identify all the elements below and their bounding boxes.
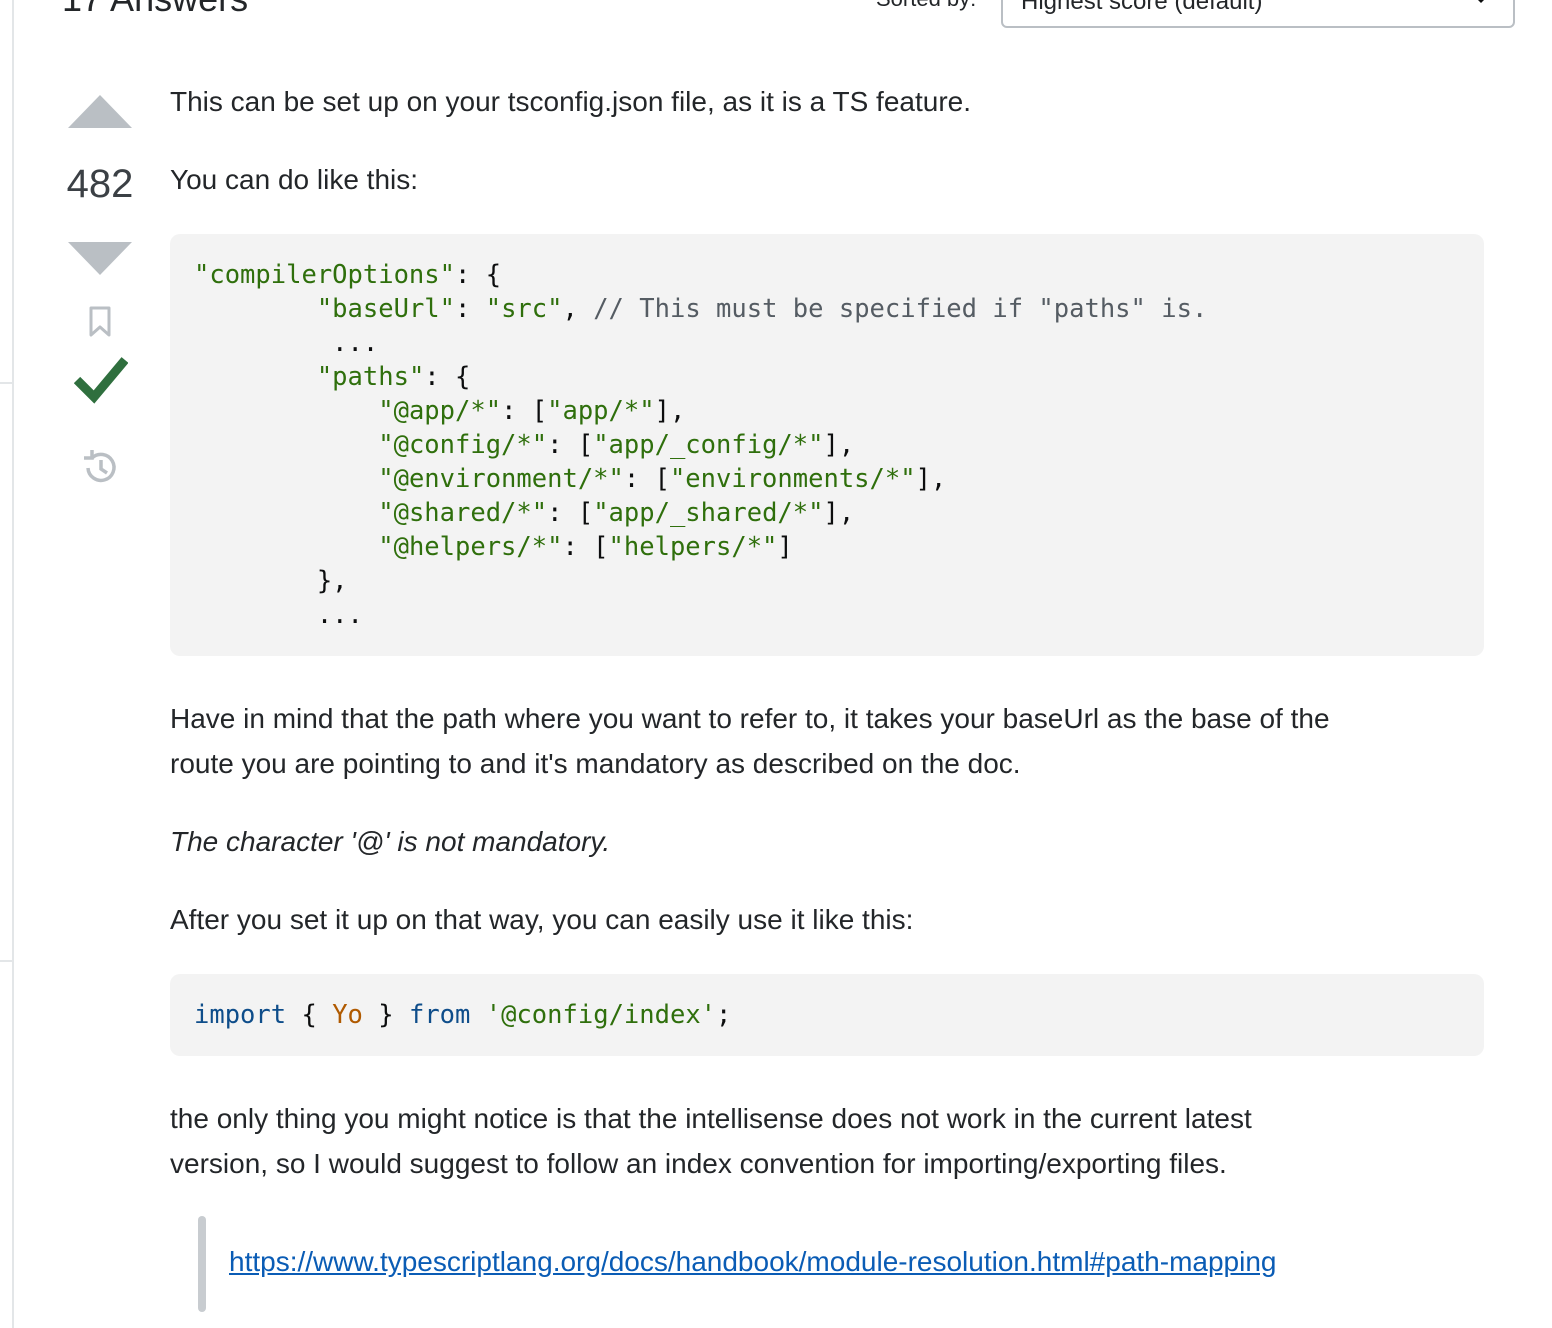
blockquote: https://www.typescriptlang.org/docs/hand… — [198, 1216, 1484, 1312]
code-block-import: import { Yo } from '@config/index'; — [170, 974, 1484, 1056]
chevron-down-icon — [1471, 0, 1491, 10]
answer-paragraph: This can be set up on your tsconfig.json… — [170, 86, 972, 117]
history-icon[interactable] — [80, 448, 120, 493]
blockquote-bar — [198, 1216, 206, 1312]
answer-italic-note: The character '@' is not mandatory. — [170, 826, 611, 857]
code-block-tsconfig: "compilerOptions": { "baseUrl": "src", /… — [170, 234, 1484, 656]
bookmark-icon[interactable] — [88, 306, 112, 343]
sort-select[interactable]: Highest score (default) — [1001, 0, 1515, 28]
answer-paragraph: After you set it up on that way, you can… — [170, 904, 914, 935]
docs-link[interactable]: https://www.typescriptlang.org/docs/hand… — [229, 1246, 1276, 1278]
answer-paragraph: route you are pointing to and it's manda… — [170, 748, 1021, 779]
vote-score: 482 — [66, 162, 134, 206]
answer-paragraph: version, so I would suggest to follow an… — [170, 1148, 1227, 1179]
left-divider-tick — [0, 382, 14, 384]
answers-count-heading: 17 Answers — [62, 0, 248, 20]
left-border — [12, 0, 14, 1328]
accepted-check-icon — [73, 356, 129, 409]
answer-paragraph: the only thing you might notice is that … — [170, 1103, 1252, 1134]
sort-select-value: Highest score (default) — [1021, 0, 1263, 15]
answer-paragraph: You can do like this: — [170, 164, 419, 195]
downvote-arrow-icon[interactable] — [68, 242, 132, 281]
upvote-arrow-icon[interactable] — [68, 95, 132, 134]
answer-paragraph: Have in mind that the path where you wan… — [170, 703, 1330, 734]
left-divider-tick — [0, 960, 14, 962]
sort-label: Sorted by: — [876, 0, 976, 12]
